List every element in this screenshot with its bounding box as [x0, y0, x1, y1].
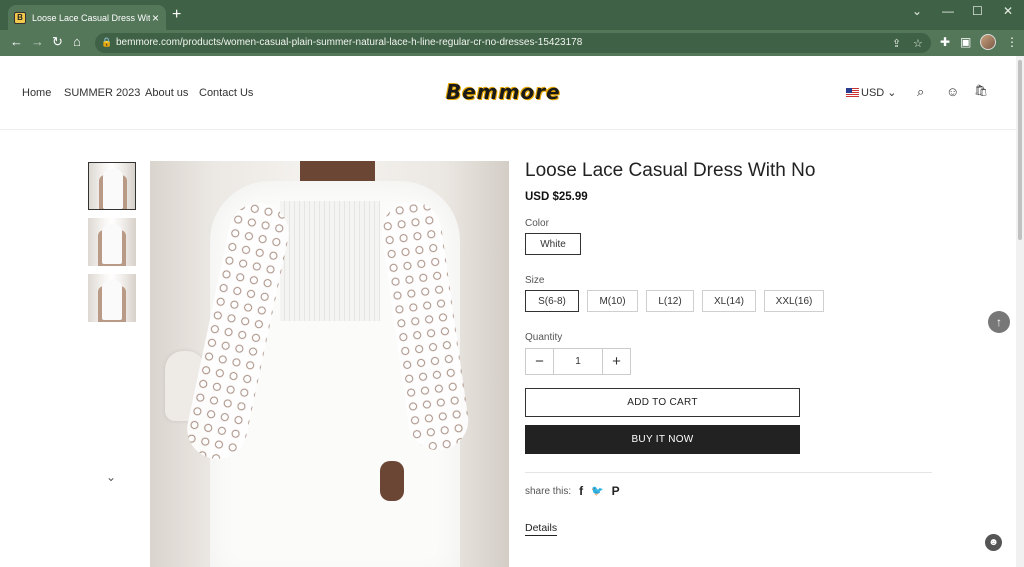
quantity-label: Quantity	[525, 332, 563, 343]
thumbnail-next-chevron-icon[interactable]: ⌄	[106, 470, 116, 484]
tab-close-icon[interactable]: ×	[152, 11, 159, 25]
account-icon[interactable]: ☺	[946, 84, 959, 99]
size-option-m[interactable]: M(10)	[587, 290, 638, 312]
buy-it-now-button[interactable]: BUY IT NOW	[525, 425, 800, 454]
minimize-icon[interactable]: —	[942, 4, 954, 18]
size-label: Size	[525, 275, 545, 286]
back-icon[interactable]: ←	[10, 35, 23, 49]
size-option-xxl[interactable]: XXL(16)	[764, 290, 824, 312]
product-thumbnail-1[interactable]	[88, 162, 136, 210]
share-label: share this:	[525, 485, 572, 497]
home-icon[interactable]: ⌂	[73, 35, 81, 49]
browser-toolbar: ← → ↻ ⌂ 🔒 bemmore.com/products/women-cas…	[0, 30, 1024, 56]
scrollbar-thumb[interactable]	[1018, 60, 1022, 240]
facebook-icon[interactable]: f	[579, 484, 583, 498]
nav-about-us[interactable]: About us	[145, 87, 188, 99]
tab-search-chevron-icon[interactable]: ⌄	[912, 4, 922, 18]
nav-contact-us[interactable]: Contact Us	[199, 87, 253, 99]
site-favicon-icon: B	[14, 11, 26, 24]
share-row: share this: f 🐦 P	[525, 484, 620, 498]
size-option-s[interactable]: S(6-8)	[525, 290, 579, 312]
new-tab-icon[interactable]: +	[172, 7, 181, 23]
accessibility-help-icon[interactable]: ☻	[985, 534, 1002, 551]
us-flag-icon	[846, 88, 859, 97]
url-text[interactable]: bemmore.com/products/women-casual-plain-…	[116, 37, 582, 48]
details-tab[interactable]: Details	[525, 522, 558, 536]
color-label: Color	[525, 218, 549, 229]
page-scrollbar[interactable]	[1016, 56, 1024, 567]
reload-icon[interactable]: ↻	[52, 35, 63, 49]
quantity-minus-button[interactable]: −	[526, 349, 553, 374]
product-thumbnail-3[interactable]	[88, 274, 136, 322]
twitter-icon[interactable]: 🐦	[591, 486, 603, 497]
add-to-cart-button[interactable]: ADD TO CART	[525, 388, 800, 417]
address-bar[interactable]: 🔒 bemmore.com/products/women-casual-plai…	[95, 33, 931, 53]
web-page: Home SUMMER 2023 About us Contact Us Bem…	[0, 56, 1016, 567]
size-option-l[interactable]: L(12)	[646, 290, 694, 312]
profile-avatar[interactable]	[980, 34, 996, 50]
site-logo[interactable]: Bemmore	[446, 80, 561, 104]
window-close-icon[interactable]: ✕	[1003, 4, 1013, 18]
cart-bag-icon[interactable]: 🛍	[974, 84, 988, 97]
maximize-icon[interactable]: ☐	[972, 4, 983, 18]
lock-icon[interactable]: 🔒	[101, 37, 112, 48]
divider	[525, 472, 932, 473]
product-title: Loose Lace Casual Dress With No	[525, 160, 816, 181]
back-to-top-button[interactable]: ↑	[988, 311, 1010, 333]
browser-tab[interactable]: B Loose Lace Casual Dress With No ×	[8, 5, 166, 30]
forward-icon[interactable]: →	[31, 35, 44, 49]
product-main-image[interactable]	[150, 161, 509, 567]
browser-menu-icon[interactable]: ⋮	[1006, 35, 1018, 49]
search-icon[interactable]: ⌕	[917, 84, 924, 100]
product-price: USD $25.99	[525, 191, 588, 203]
site-header: Home SUMMER 2023 About us Contact Us Bem…	[0, 56, 1016, 130]
tab-title: Loose Lace Casual Dress With No	[32, 12, 150, 23]
chevron-down-icon: ⌄	[887, 87, 897, 99]
color-option-white[interactable]: White	[525, 233, 581, 255]
browser-tab-bar: B Loose Lace Casual Dress With No × + ⌄ …	[0, 0, 1024, 30]
nav-summer-2023[interactable]: SUMMER 2023	[64, 87, 140, 99]
product-thumbnail-2[interactable]	[88, 218, 136, 266]
currency-label: USD	[861, 86, 885, 99]
currency-selector[interactable]: USD ⌄	[846, 86, 896, 99]
share-page-icon[interactable]: ⇪	[892, 37, 901, 50]
bookmark-star-icon[interactable]: ☆	[913, 37, 923, 50]
nav-home[interactable]: Home	[22, 87, 51, 99]
quantity-plus-button[interactable]: +	[603, 349, 630, 374]
side-panel-icon[interactable]: ▣	[960, 35, 971, 49]
extensions-icon[interactable]: ✚	[940, 35, 950, 49]
quantity-input[interactable]: 1	[553, 349, 603, 374]
size-option-xl[interactable]: XL(14)	[702, 290, 756, 312]
pinterest-icon[interactable]: P	[612, 484, 620, 498]
quantity-stepper: − 1 +	[525, 348, 631, 375]
